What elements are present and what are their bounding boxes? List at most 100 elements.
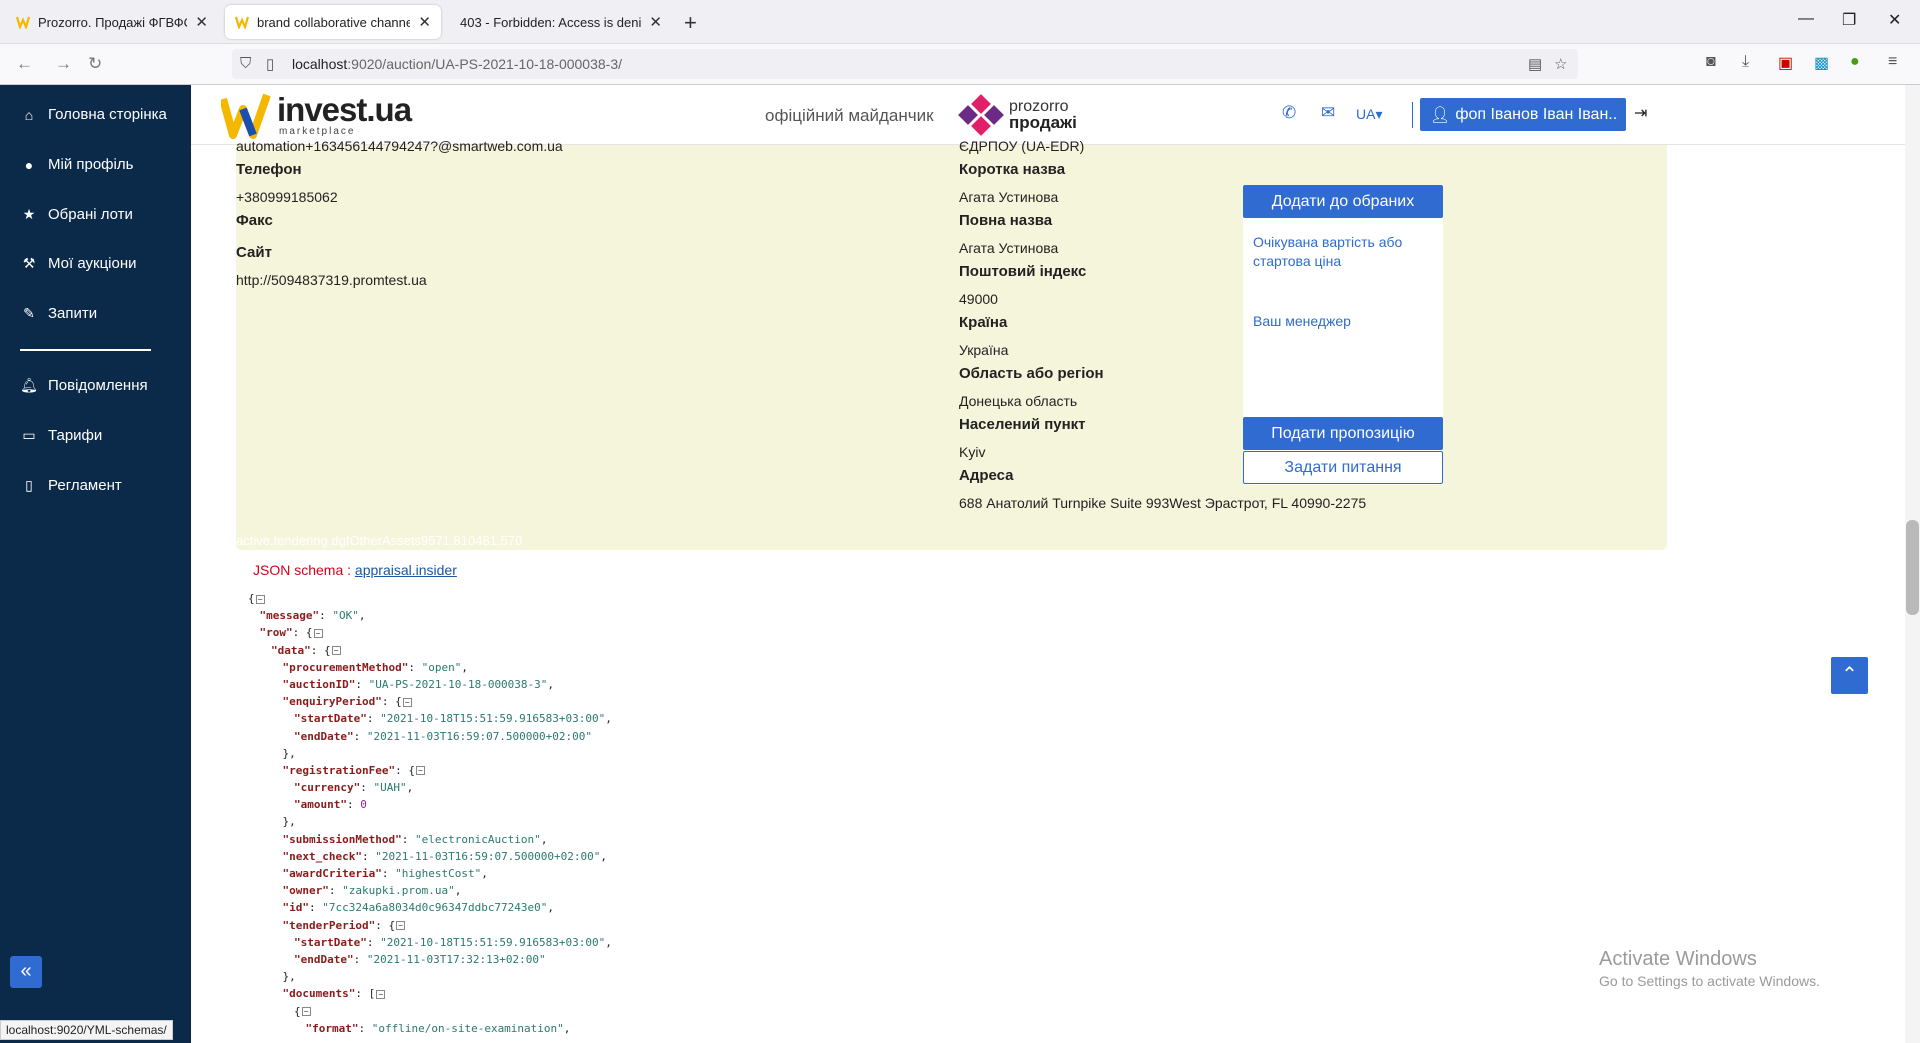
browser-tab-2[interactable]: brand collaborative channels, U ✕ <box>225 5 441 39</box>
collapse-toggle-icon[interactable]: − <box>415 766 425 776</box>
scroll-to-top-button[interactable]: ⌃ <box>1831 657 1868 694</box>
restore-icon[interactable]: ❐ <box>1842 10 1856 30</box>
json-punct: : { <box>375 918 396 932</box>
close-window-icon[interactable]: ✕ <box>1888 10 1901 30</box>
prozorro-logo[interactable]: prozorro продажі <box>958 94 1077 136</box>
collapse-sidebar-button[interactable]: « <box>10 956 42 988</box>
json-schema-link[interactable]: appraisal.insider <box>355 562 457 578</box>
json-punct: : <box>366 712 381 726</box>
back-icon[interactable]: ← <box>16 54 33 74</box>
close-tab-icon[interactable]: ✕ <box>649 13 662 31</box>
json-punct: : <box>366 935 381 949</box>
json-schema-bar: JSON schema : appraisal.insider <box>243 559 1659 581</box>
browser-nav-bar: ← → ↻ ⛉ ▯ localhost:9020/auction/UA-PS-2… <box>0 44 1920 85</box>
json-punct: }, <box>282 815 296 829</box>
edrpou-label: ЄДРПОУ (UA-EDR) <box>959 138 1085 154</box>
close-tab-icon[interactable]: ✕ <box>195 13 208 31</box>
logout-icon[interactable]: ⇥ <box>1634 103 1647 123</box>
your-manager-link[interactable]: Ваш менеджер <box>1253 313 1351 329</box>
menu-icon[interactable]: ≡ <box>1888 53 1897 71</box>
sidebar-item-requests[interactable]: ✎ Запити <box>20 305 97 322</box>
home-icon: ⌂ <box>24 106 34 123</box>
collapse-toggle-icon[interactable]: − <box>331 646 341 656</box>
json-punct: , <box>605 712 612 726</box>
site-header: invest.ua marketplace офіційний майданчи… <box>191 85 1905 145</box>
collapse-toggle-icon[interactable]: − <box>313 628 323 638</box>
shield-icon[interactable]: ⛉ <box>240 55 251 72</box>
url-bar[interactable]: ⛉ ▯ localhost:9020/auction/UA-PS-2021-10… <box>232 49 1578 79</box>
json-key: "currency" <box>294 781 361 795</box>
pocket-icon[interactable]: ◙ <box>1706 53 1716 71</box>
json-string: "2021-10-18T15:51:59.916583+03:00" <box>380 712 606 726</box>
reload-icon[interactable]: ↻ <box>88 54 102 74</box>
sidebar-item-favorites[interactable]: ★ Обрані лоти <box>20 206 133 223</box>
collapse-toggle-icon[interactable]: − <box>402 697 412 707</box>
json-line: "endDate": "2021-11-03T17:32:13+02:00" <box>245 951 1659 968</box>
collapse-toggle-icon[interactable]: − <box>396 921 406 931</box>
windows-activation-watermark: Activate Windows Go to Settings to activ… <box>1599 948 1820 989</box>
sidebar-item-auctions[interactable]: ⚒ Мої аукціони <box>20 255 137 272</box>
json-string: "electronicAuction" <box>414 832 541 846</box>
expected-value-link[interactable]: Очікувана вартість або стартова ціна <box>1253 233 1433 271</box>
url-text[interactable]: localhost:9020/auction/UA-PS-2021-10-18-… <box>292 56 622 72</box>
region-value: Донецька область <box>959 393 1078 409</box>
sidebar-item-regulation[interactable]: ▯ Регламент <box>20 477 122 494</box>
collapse-toggle-icon[interactable]: − <box>301 1007 311 1016</box>
collapse-toggle-icon[interactable]: − <box>376 989 386 999</box>
bookmark-star-icon[interactable]: ☆ <box>1554 55 1567 73</box>
json-punct: : { <box>310 643 331 657</box>
new-tab-icon[interactable]: + <box>684 10 697 36</box>
sidebar-item-tariffs[interactable]: ▭ Тарифи <box>20 427 102 444</box>
json-punct: : <box>353 729 367 743</box>
add-to-favorites-button[interactable]: Додати до обраних <box>1243 185 1443 218</box>
json-line: "startDate": "2021-10-18T15:51:59.916583… <box>245 934 1659 951</box>
json-string: "highestCost" <box>395 867 482 880</box>
official-platform-text: офіційний майданчик <box>765 106 934 125</box>
minimize-icon[interactable]: — <box>1798 10 1814 28</box>
download-icon[interactable]: ⤓ <box>1742 53 1749 71</box>
mail-icon[interactable]: ✉ <box>1321 103 1335 123</box>
reader-view-icon[interactable]: ▤ <box>1528 55 1542 73</box>
sidebar-item-profile[interactable]: ● Мій профіль <box>20 156 134 173</box>
sidebar: ⌂ Головна сторінка ● Мій профіль ★ Обран… <box>0 85 191 1043</box>
json-line: "data": {− <box>245 642 1659 659</box>
save-extension-icon[interactable]: ▩ <box>1814 53 1829 73</box>
address-label: Адреса <box>959 467 1014 484</box>
json-key: "submissionMethod" <box>282 832 402 846</box>
addon-icon[interactable]: ● <box>1850 53 1860 71</box>
json-string: "2021-11-03T17:32:13+02:00" <box>366 952 546 966</box>
close-tab-icon[interactable]: ✕ <box>418 13 431 31</box>
prozorro-mark-icon <box>958 94 1004 136</box>
json-punct: : <box>353 952 367 966</box>
sidebar-item-messages[interactable]: 🔔︎ Повідомлення <box>20 377 148 394</box>
phone-label: Телефон <box>236 161 302 178</box>
json-key: "endDate" <box>294 729 354 743</box>
sidebar-item-home[interactable]: ⌂ Головна сторінка <box>20 106 167 123</box>
json-string: "2021-10-18T15:51:59.916583+03:00" <box>380 935 606 949</box>
extension-icon[interactable]: ▣ <box>1778 53 1793 73</box>
sidebar-item-label: Обрані лоти <box>48 206 133 223</box>
tab-title: brand collaborative channels, U <box>257 14 411 30</box>
user-account-button[interactable]: 👤︎ фоп Іванов Іван Іван.. <box>1420 98 1626 131</box>
browser-tab-1[interactable]: Prozorro. Продажі ФГВФО. Про ✕ <box>6 5 218 39</box>
page-scrollbar-thumb[interactable] <box>1906 520 1919 615</box>
ask-question-button[interactable]: Задати питання <box>1243 451 1443 484</box>
json-line: "format": "offline/on-site-examination", <box>245 1020 1659 1037</box>
json-punct: : <box>408 660 422 674</box>
collapse-toggle-icon[interactable]: − <box>255 594 265 604</box>
json-key: "tenderPeriod" <box>282 918 376 932</box>
language-select[interactable]: UA▾ <box>1356 106 1382 123</box>
region-label: Область або регіон <box>959 365 1104 382</box>
phone-icon[interactable]: ✆ <box>1282 103 1296 123</box>
json-punct: : <box>328 884 343 898</box>
sidebar-item-label: Головна сторінка <box>48 106 167 123</box>
json-punct: : <box>381 867 396 880</box>
sidebar-item-label: Регламент <box>48 477 122 494</box>
json-line: }, <box>245 813 1659 830</box>
submit-offer-button[interactable]: Подати пропозицію <box>1243 417 1443 450</box>
json-string: "OK" <box>332 609 359 623</box>
json-punct: : <box>358 1021 372 1035</box>
full-name-value: Агата Устинова <box>959 240 1059 256</box>
browser-tab-3[interactable]: 403 - Forbidden: Access is denied. ✕ <box>450 5 672 39</box>
forward-icon[interactable]: → <box>55 54 72 74</box>
